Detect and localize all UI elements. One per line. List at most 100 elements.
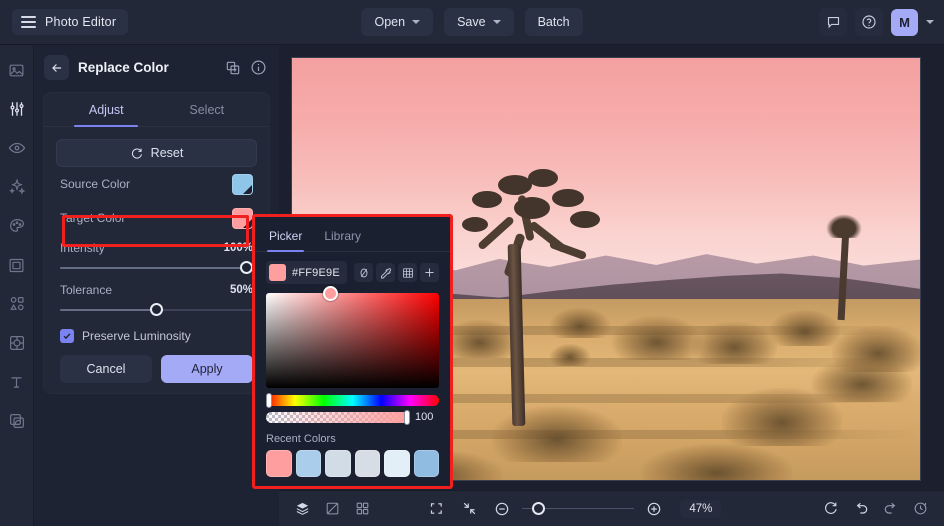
add-color-button[interactable] — [420, 263, 439, 282]
recent-color-swatch[interactable] — [384, 450, 410, 477]
rotate-button[interactable] — [818, 497, 844, 521]
plus-icon — [425, 268, 434, 277]
compare-button[interactable] — [319, 497, 345, 521]
duplicate-button[interactable] — [225, 60, 241, 76]
rail-item-preview[interactable] — [4, 135, 30, 161]
no-color-button[interactable] — [354, 263, 373, 282]
target-color-swatch[interactable] — [232, 207, 253, 229]
rail-item-text[interactable] — [4, 369, 30, 395]
info-button[interactable] — [250, 59, 267, 76]
target-color-row[interactable]: Target Color — [56, 201, 257, 235]
recent-color-swatch[interactable] — [266, 450, 292, 477]
saturation-value-area[interactable] — [266, 285, 439, 388]
frame-icon — [9, 258, 24, 272]
feedback-button[interactable] — [819, 8, 847, 36]
fit-screen-icon — [430, 503, 442, 514]
no-color-icon — [360, 268, 367, 277]
tolerance-slider-handle[interactable] — [150, 303, 163, 316]
recent-color-swatch[interactable] — [325, 450, 351, 477]
color-picker-popover[interactable]: Picker Library #FF9E9E 100 Recent Colors — [252, 214, 453, 489]
rail-item-transform[interactable] — [4, 330, 30, 356]
rail-item-frame[interactable] — [4, 252, 30, 278]
alpha-slider-handle[interactable] — [404, 409, 410, 425]
zoom-slider[interactable] — [522, 501, 635, 517]
palette-icon — [9, 219, 24, 232]
hex-input[interactable]: #FF9E9E — [266, 261, 347, 284]
preserve-luminosity-row[interactable]: Preserve Luminosity — [60, 329, 253, 343]
history-button[interactable] — [908, 497, 934, 521]
recent-colors-list — [266, 450, 439, 477]
rail-item-effects[interactable] — [4, 174, 30, 200]
apply-button[interactable]: Apply — [161, 355, 253, 383]
check-icon — [63, 333, 71, 340]
recent-color-swatch[interactable] — [354, 450, 380, 477]
rail-item-layers[interactable] — [4, 408, 30, 434]
layers-button[interactable] — [289, 497, 315, 521]
photo-joshua-tree-canopy — [452, 163, 602, 278]
hamburger-icon[interactable] — [21, 16, 36, 28]
tab-adjust[interactable]: Adjust — [56, 93, 157, 127]
open-label: Open — [374, 15, 406, 29]
grid-button[interactable] — [349, 497, 375, 521]
recent-color-swatch[interactable] — [413, 450, 439, 477]
text-icon — [11, 376, 22, 388]
zoom-slider-handle[interactable] — [531, 501, 545, 515]
eyedropper-button[interactable] — [376, 263, 395, 282]
fit-screen-button[interactable] — [423, 497, 449, 521]
batch-label: Batch — [537, 15, 570, 29]
save-button[interactable]: Save — [444, 8, 514, 36]
avatar[interactable]: M — [891, 8, 918, 36]
panel-actions: Cancel Apply — [60, 355, 253, 383]
replace-color-card: Adjust Select Reset Source Color Target … — [43, 92, 270, 394]
layers-copy-icon — [9, 414, 24, 428]
page-title: Replace Color — [78, 60, 169, 75]
source-color-label: Source Color — [60, 177, 131, 191]
rail-item-color[interactable] — [4, 213, 30, 239]
saturation-handle[interactable] — [322, 285, 338, 301]
adjustments-icon — [9, 102, 24, 116]
alpha-slider[interactable] — [266, 409, 410, 425]
back-button[interactable] — [44, 55, 69, 80]
palette-grid-icon — [402, 267, 413, 278]
tab-library[interactable]: Library — [322, 225, 363, 251]
undo-button[interactable] — [848, 497, 874, 521]
preserve-luminosity-checkbox[interactable] — [60, 329, 74, 343]
intensity-slider[interactable] — [60, 259, 253, 277]
batch-button[interactable]: Batch — [524, 8, 583, 36]
tab-select[interactable]: Select — [157, 93, 258, 126]
shrink-button[interactable] — [456, 497, 482, 521]
recent-colors-label: Recent Colors — [266, 433, 336, 445]
top-bar: Photo Editor Open Save Batch M — [0, 0, 944, 45]
cancel-button[interactable]: Cancel — [60, 355, 152, 383]
hue-slider[interactable] — [266, 393, 439, 408]
info-icon — [251, 60, 266, 75]
rail-item-adjustments[interactable] — [4, 96, 30, 122]
top-right-actions: M — [819, 8, 934, 36]
zoom-level[interactable]: 47% — [680, 499, 722, 518]
tab-picker[interactable]: Picker — [267, 225, 305, 252]
help-button[interactable] — [855, 8, 883, 36]
history-icon — [915, 502, 927, 515]
app-menu-button[interactable]: Photo Editor — [12, 9, 129, 35]
color-picker-tabs: Picker Library — [255, 217, 450, 252]
shrink-icon — [463, 502, 476, 515]
hue-slider-handle[interactable] — [266, 393, 272, 408]
source-color-swatch[interactable] — [232, 173, 253, 195]
zoom-out-button[interactable] — [489, 497, 515, 521]
properties-panel: Replace Color Adjust Select Reset Source… — [34, 45, 279, 526]
recent-color-swatch[interactable] — [295, 450, 321, 477]
rail-item-image[interactable] — [4, 57, 30, 83]
filter-transform-icon — [9, 336, 24, 350]
source-color-row[interactable]: Source Color — [56, 167, 257, 201]
tolerance-slider[interactable] — [60, 301, 253, 319]
intensity-value: 100% — [223, 242, 253, 254]
app-title: Photo Editor — [45, 15, 117, 29]
zoom-in-button[interactable] — [641, 497, 667, 521]
intensity-label: Intensity — [60, 241, 105, 255]
account-chevron-down-icon[interactable] — [926, 20, 934, 24]
open-button[interactable]: Open — [361, 8, 434, 36]
reset-button[interactable]: Reset — [56, 139, 257, 167]
palette-grid-button[interactable] — [398, 263, 417, 282]
rail-item-shapes[interactable] — [4, 291, 30, 317]
redo-button[interactable] — [878, 497, 904, 521]
